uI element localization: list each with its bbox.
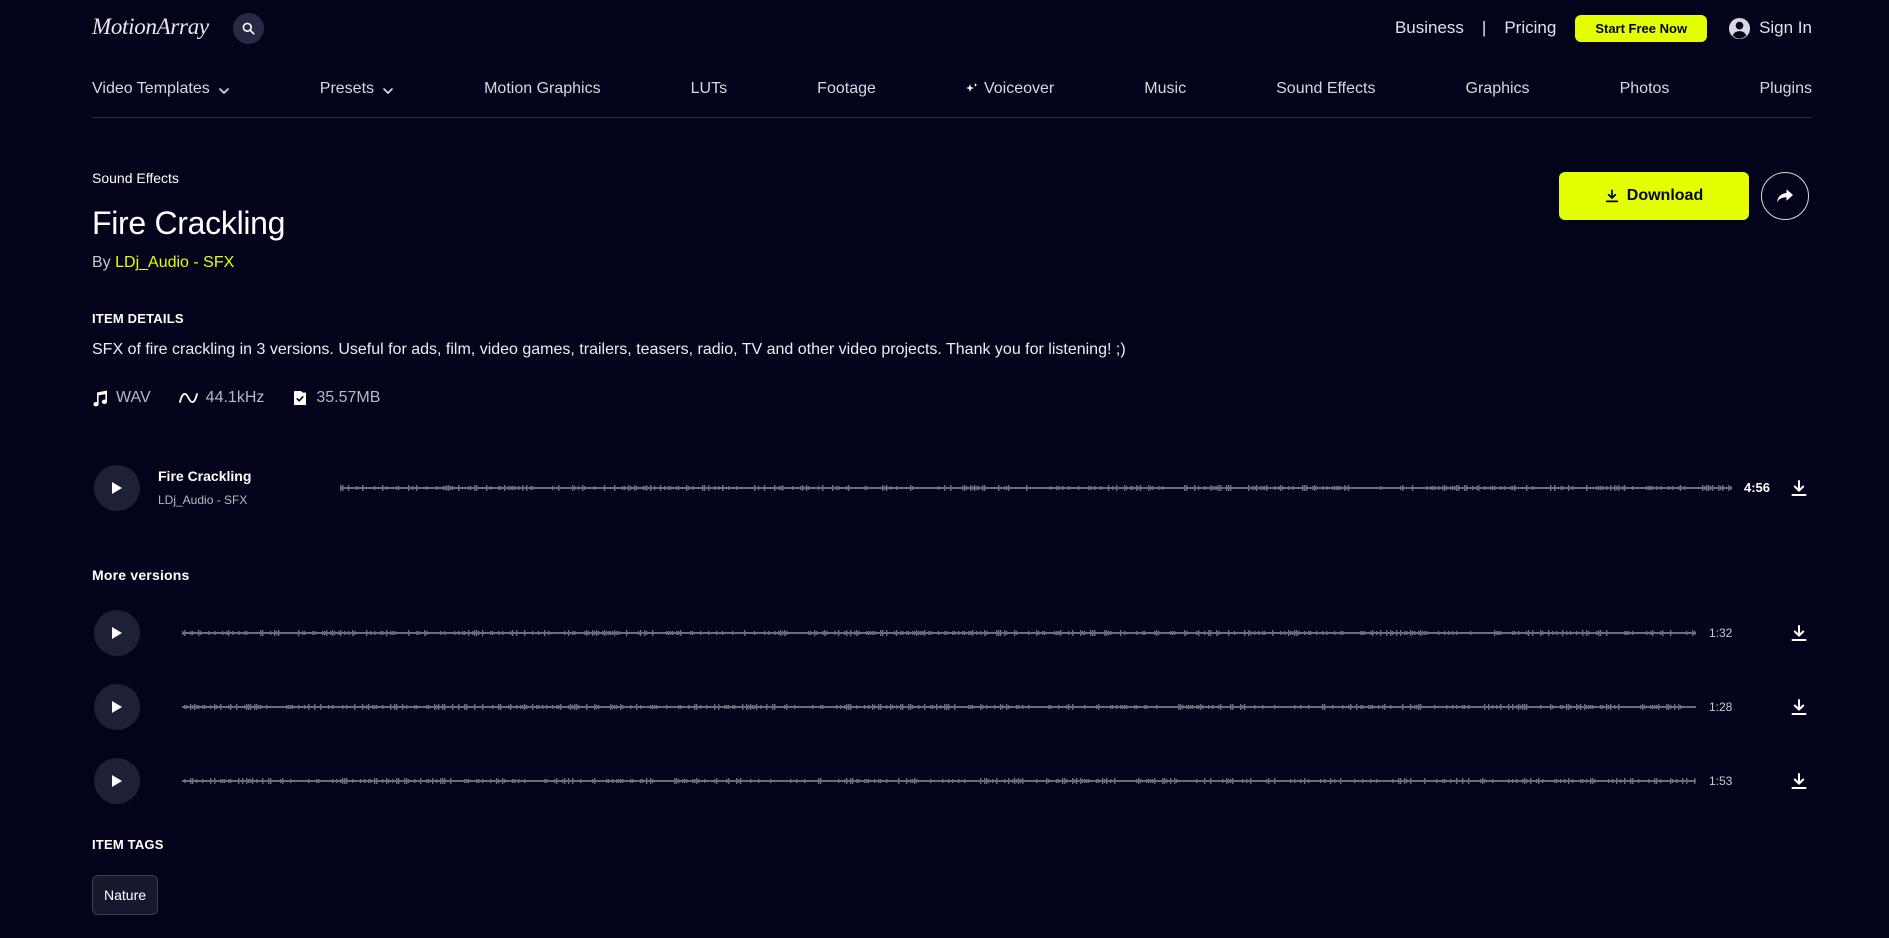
file-size-icon bbox=[294, 391, 307, 405]
download-icon bbox=[1605, 189, 1618, 203]
user-icon bbox=[1729, 17, 1751, 39]
nav-item-label: Voiceover bbox=[983, 80, 1055, 97]
track-download-icon[interactable] bbox=[1790, 479, 1808, 497]
nav-item-graphics[interactable]: Graphics bbox=[1466, 80, 1530, 117]
business-link[interactable]: Business bbox=[1395, 18, 1464, 38]
waveform-version[interactable] bbox=[182, 778, 1696, 784]
nav-item-label: Video Templates bbox=[92, 80, 210, 97]
nav-item-label: Presets bbox=[319, 80, 375, 97]
format-value: WAV bbox=[116, 389, 151, 406]
sign-in-link[interactable]: Sign In bbox=[1728, 17, 1812, 40]
download-button[interactable]: Download bbox=[1559, 172, 1749, 220]
sample-rate-value: 44.1kHz bbox=[205, 389, 265, 406]
account-links: Business | Pricing Start Free Now Sign I… bbox=[1395, 14, 1812, 42]
start-free-button[interactable]: Start Free Now bbox=[1575, 14, 1708, 42]
tag-nature[interactable]: Nature bbox=[92, 875, 159, 915]
play-icon bbox=[112, 701, 122, 713]
format-meta: WAV bbox=[92, 389, 151, 407]
nav-item-label: Photos bbox=[1619, 80, 1670, 97]
search-icon bbox=[242, 22, 255, 35]
share-icon bbox=[1777, 189, 1793, 203]
share-button[interactable] bbox=[1761, 172, 1809, 220]
nav-item-label: Graphics bbox=[1465, 80, 1530, 97]
play-button-version[interactable] bbox=[94, 758, 140, 804]
play-button-version[interactable] bbox=[94, 610, 140, 656]
pricing-link[interactable]: Pricing bbox=[1504, 18, 1556, 38]
download-label: Download bbox=[1626, 187, 1704, 204]
breadcrumb[interactable]: Sound Effects bbox=[92, 170, 179, 186]
version-duration: 1:28 bbox=[1709, 700, 1733, 714]
nav-item-label: Footage bbox=[817, 80, 876, 97]
track-author: LDj_Audio - SFX bbox=[158, 493, 248, 507]
file-size-value: 35.57MB bbox=[316, 389, 381, 406]
version-download-icon[interactable] bbox=[1790, 698, 1808, 716]
logo[interactable]: MotionArray bbox=[92, 14, 209, 40]
item-details-heading: ITEM DETAILS bbox=[92, 311, 184, 326]
more-versions-heading: More versions bbox=[92, 567, 190, 583]
file-size-meta: 35.57MB bbox=[292, 389, 380, 407]
nav-item-label: Music bbox=[1144, 80, 1187, 97]
by-prefix: By bbox=[92, 254, 116, 271]
sparkle-icon bbox=[965, 83, 978, 92]
item-tags-heading: ITEM TAGS bbox=[92, 837, 164, 852]
nav-item-photos[interactable]: Photos bbox=[1620, 80, 1670, 117]
nav-item-label: Motion Graphics bbox=[484, 80, 601, 97]
top-bar: MotionArray Business | Pricing Start Fre… bbox=[92, 0, 1812, 56]
item-description: SFX of fire crackling in 3 versions. Use… bbox=[92, 341, 1126, 358]
nav-item-sound-effects[interactable]: Sound Effects bbox=[1276, 80, 1375, 117]
waveform-version[interactable] bbox=[182, 704, 1696, 710]
chevron-down-icon bbox=[218, 88, 229, 94]
track-title: Fire Crackling bbox=[158, 468, 252, 484]
nav-item-luts[interactable]: LUTs bbox=[691, 80, 727, 117]
version-duration: 1:53 bbox=[1709, 774, 1733, 788]
play-icon bbox=[112, 627, 122, 639]
version-download-icon[interactable] bbox=[1790, 772, 1808, 790]
sign-in-label: Sign In bbox=[1759, 18, 1812, 37]
author-link[interactable]: LDj_Audio - SFX bbox=[115, 254, 234, 271]
play-button-version[interactable] bbox=[94, 684, 140, 730]
sine-wave-icon bbox=[178, 393, 198, 403]
nav-item-footage[interactable]: Footage bbox=[817, 80, 876, 117]
byline: By LDj_Audio - SFX bbox=[92, 254, 234, 272]
page-title: Fire Crackling bbox=[92, 205, 286, 241]
waveform-main[interactable] bbox=[340, 485, 1732, 491]
nav-item-label: Plugins bbox=[1759, 80, 1812, 97]
link-separator: | bbox=[1481, 18, 1487, 37]
play-icon bbox=[112, 775, 122, 787]
nav-item-video-templates[interactable]: Video Templates bbox=[92, 80, 230, 117]
play-button-main[interactable] bbox=[94, 465, 140, 511]
search-button[interactable] bbox=[233, 13, 264, 44]
waveform-version[interactable] bbox=[182, 630, 1696, 636]
nav-item-voiceover[interactable]: Voiceover bbox=[965, 80, 1055, 117]
music-note-icon bbox=[93, 390, 108, 406]
version-duration: 1:32 bbox=[1709, 626, 1733, 640]
nav-item-label: Sound Effects bbox=[1276, 80, 1376, 97]
nav-item-motion-graphics[interactable]: Motion Graphics bbox=[484, 80, 601, 117]
nav-item-plugins[interactable]: Plugins bbox=[1759, 80, 1811, 117]
sample-rate-meta: 44.1kHz bbox=[178, 389, 265, 407]
nav-item-presets[interactable]: Presets bbox=[320, 80, 394, 117]
chevron-down-icon bbox=[383, 88, 393, 94]
play-icon bbox=[112, 482, 122, 494]
category-nav: Video Templates Presets Motion Graphics LUT… bbox=[92, 80, 1812, 118]
file-meta: WAV 44.1kHz 35.57MB bbox=[92, 389, 380, 407]
nav-item-label: LUTs bbox=[690, 80, 728, 97]
nav-item-music[interactable]: Music bbox=[1144, 80, 1186, 117]
version-download-icon[interactable] bbox=[1790, 624, 1808, 642]
track-duration: 4:56 bbox=[1744, 480, 1771, 495]
